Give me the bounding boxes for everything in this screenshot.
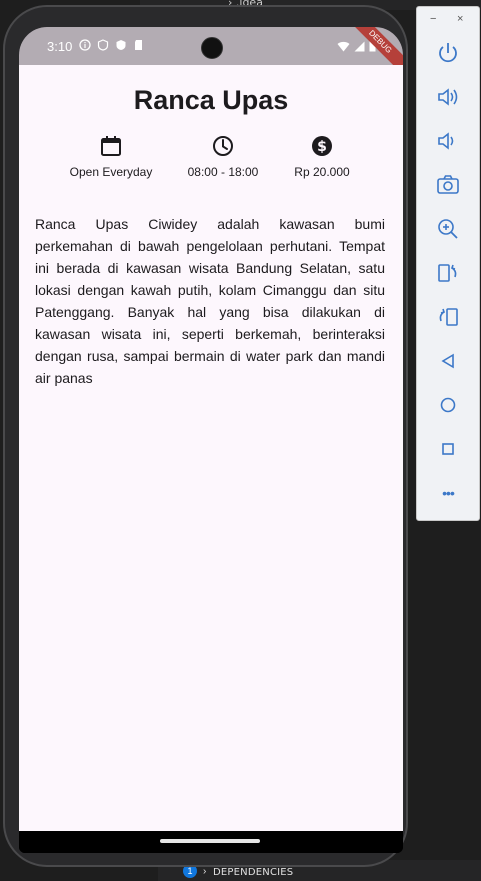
- phone-frame: 3:10 DEBUG Ranca Upas Open Everyday 08:0…: [3, 5, 408, 867]
- overview-button[interactable]: [435, 436, 461, 462]
- close-button[interactable]: ×: [457, 13, 463, 25]
- chevron-right-icon: ›: [203, 866, 207, 877]
- wifi-icon: [337, 41, 350, 51]
- home-icon: [440, 397, 456, 413]
- camera-icon: [437, 175, 459, 194]
- rotate-right-icon: [439, 308, 458, 326]
- more-button[interactable]: •••: [435, 480, 461, 506]
- home-gesture-bar[interactable]: [160, 839, 260, 843]
- phone-screen: 3:10 DEBUG Ranca Upas Open Everyday 08:0…: [19, 27, 403, 853]
- more-icon: •••: [442, 485, 455, 501]
- power-icon: [439, 43, 457, 63]
- info-row: Open Everyday 08:00 - 18:00 $ Rp 20.000: [19, 135, 403, 185]
- info-days-label: Open Everyday: [69, 165, 153, 179]
- signal-icon: [354, 41, 365, 51]
- rotate-right-button[interactable]: [435, 304, 461, 330]
- screenshot-button[interactable]: [435, 172, 461, 198]
- back-icon: [441, 353, 454, 369]
- info-hours-label: 08:00 - 18:00: [187, 165, 259, 179]
- back-button[interactable]: [435, 348, 461, 374]
- ide-dependencies-section[interactable]: DEPENDENCIES: [213, 867, 293, 878]
- info-days: Open Everyday: [56, 135, 166, 179]
- volume-up-icon: [438, 88, 458, 106]
- svg-text:$: $: [317, 139, 327, 155]
- rotate-left-icon: [438, 264, 457, 282]
- status-notification-icons: [79, 39, 145, 51]
- description-text: Ranca Upas Ciwidey adalah kawasan bumi p…: [35, 216, 385, 386]
- emulator-toolbar: − × •••: [416, 6, 480, 521]
- shield-icon: [97, 39, 109, 51]
- clock-icon: [213, 136, 233, 156]
- volume-up-button[interactable]: [435, 84, 461, 110]
- status-time: 3:10: [47, 39, 73, 54]
- overview-icon: [442, 443, 454, 455]
- calendar-icon: [101, 136, 121, 156]
- info-hours: 08:00 - 18:00: [168, 135, 278, 179]
- security-icon: [116, 40, 126, 50]
- navigation-bar: [19, 831, 403, 853]
- info-icon: [79, 39, 91, 51]
- zoom-icon: [438, 219, 458, 239]
- info-price: $ Rp 20.000: [267, 135, 377, 179]
- minimize-button[interactable]: −: [430, 13, 436, 25]
- volume-down-button[interactable]: [435, 128, 461, 154]
- zoom-button[interactable]: [435, 216, 461, 242]
- detail-page: Ranca Upas Open Everyday 08:00 - 18:00 $…: [19, 65, 403, 831]
- volume-down-icon: [438, 132, 454, 150]
- info-price-label: Rp 20.000: [294, 165, 350, 179]
- sd-card-icon: [135, 40, 142, 50]
- page-title: Ranca Upas: [133, 85, 289, 115]
- front-camera: [201, 37, 223, 59]
- home-button[interactable]: [435, 392, 461, 418]
- rotate-left-button[interactable]: [435, 260, 461, 286]
- power-button[interactable]: [435, 40, 461, 66]
- money-icon: $: [312, 136, 332, 156]
- status-bar: 3:10 DEBUG: [19, 27, 403, 79]
